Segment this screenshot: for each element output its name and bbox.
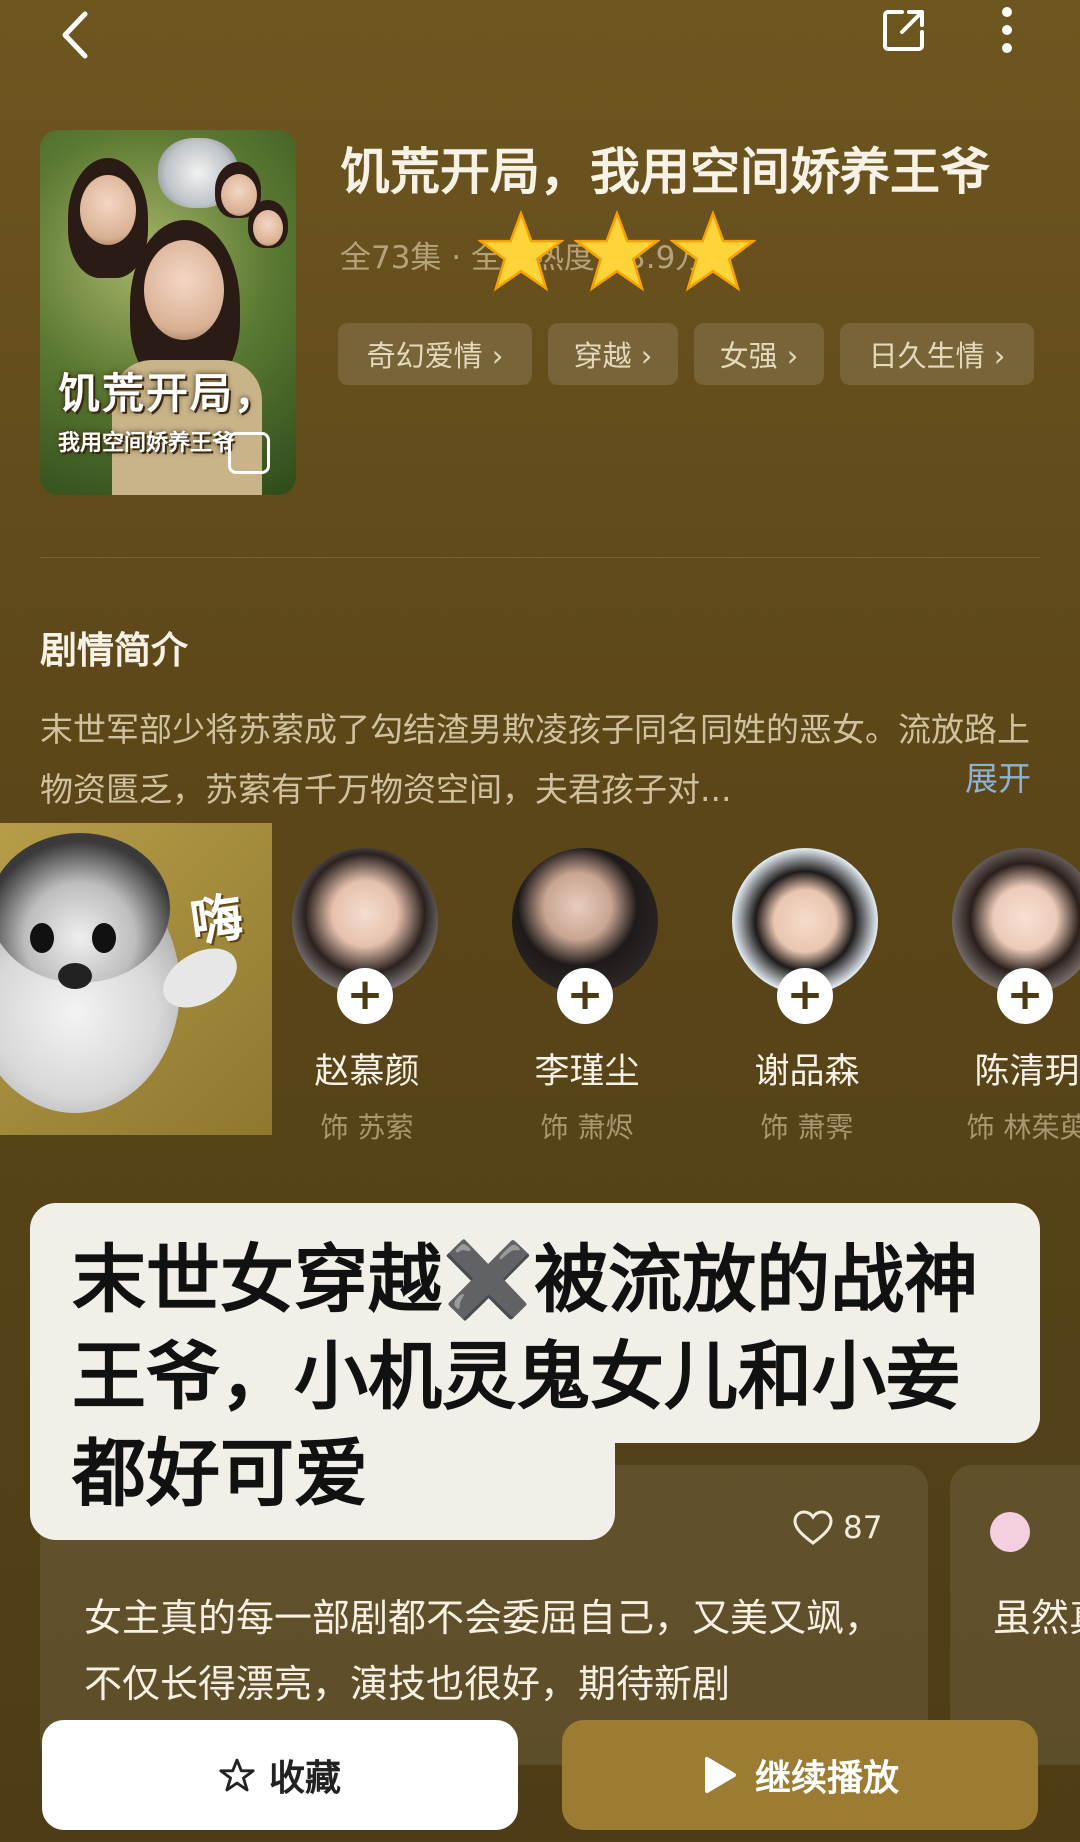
cast-name: 陈清玥 [974, 1052, 1080, 1092]
comment-text: 女主真的每一部剧都不会委屈自己，又美又飒，不仅长得漂亮，演技也很好，期待新剧 [84, 1596, 883, 1706]
follow-plus-icon[interactable]: + [337, 968, 393, 1024]
follow-plus-icon[interactable]: + [777, 968, 833, 1024]
star-icon [478, 210, 564, 292]
sticker-text: 嗨 [186, 887, 247, 955]
poster-title-line1: 饥荒开局， [58, 369, 279, 418]
drama-poster[interactable]: 饥荒开局， 我用空间娇养王爷 [40, 130, 296, 495]
cast-member[interactable]: + 李瑾尘 饰 萧烬 [512, 848, 662, 1144]
cast-role: 饰 林茱萸 [966, 1111, 1080, 1144]
tag-time-travel[interactable]: 穿越 › [548, 323, 678, 385]
back-button[interactable] [44, 5, 104, 65]
share-button[interactable] [876, 2, 932, 58]
penguin-sticker: 嗨 [0, 823, 272, 1135]
cast-name: 李瑾尘 [534, 1052, 640, 1092]
overlay-caption: 末世女穿越✖️被流放的战神王爷，小机灵鬼女儿和小妾都好可爱 [72, 1237, 979, 1517]
star-icon [670, 210, 756, 292]
star-outline-icon [219, 1758, 255, 1792]
share-icon [883, 10, 924, 51]
divider [40, 557, 1040, 558]
play-label: 继续播放 [754, 1758, 899, 1799]
follow-plus-icon[interactable]: + [557, 968, 613, 1024]
chevron-left-icon [62, 11, 88, 59]
tag-slow-burn[interactable]: 日久生情 › [840, 323, 1034, 385]
follow-plus-icon[interactable]: + [997, 968, 1053, 1024]
cast-name: 赵慕颜 [314, 1052, 420, 1092]
cast-role: 饰 萧霁 [760, 1111, 854, 1144]
tag-strong-female[interactable]: 女强 › [694, 323, 824, 385]
play-icon [704, 1757, 736, 1793]
cast-role: 饰 苏萦 [320, 1111, 414, 1144]
tag-fantasy-romance[interactable]: 奇幻爱情 › [338, 323, 532, 385]
synopsis-heading: 剧情简介 [40, 629, 188, 672]
cast-member[interactable]: + 陈清玥 饰 林茱萸 [952, 848, 1080, 1144]
cast-member[interactable]: + 赵慕颜 饰 苏萦 [292, 848, 442, 1144]
cast-name: 谢品森 [754, 1052, 860, 1092]
cast-role: 饰 萧烬 [540, 1111, 634, 1144]
more-vertical-icon [1002, 7, 1012, 53]
continue-play-button[interactable]: 继续播放 [562, 1720, 1038, 1830]
collect-label: 收藏 [268, 1758, 341, 1799]
synopsis-text: 末世军部少将苏萦成了勾结渣男欺凌孩子同名同姓的恶女。流放路上物资匮乏，苏萦有千万… [40, 710, 1030, 809]
star-icon [574, 210, 660, 292]
collect-button[interactable]: 收藏 [42, 1720, 518, 1830]
star-stickers [478, 210, 756, 292]
image-icon [228, 432, 270, 474]
cast-member[interactable]: + 谢品森 饰 萧霁 [732, 848, 882, 1144]
comment-text: 虽然真不 [993, 1596, 1080, 1640]
drama-title: 饥荒开局，我用空间娇养王爷 [340, 143, 990, 201]
more-button[interactable] [985, 0, 1029, 60]
expand-link[interactable]: 展开 [965, 752, 1031, 800]
